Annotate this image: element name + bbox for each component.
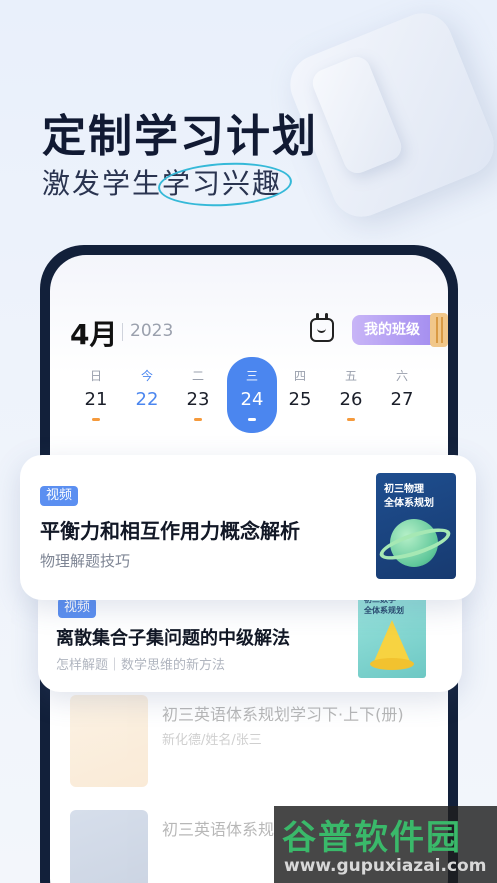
- physics-book-cover: 初三物理 全体系规划: [376, 473, 456, 579]
- date-number: 22: [135, 389, 159, 410]
- day-25[interactable]: 四 25: [278, 367, 322, 410]
- course-cover: [70, 695, 148, 787]
- weekday-label: 二: [191, 369, 204, 383]
- site-watermark: 谷普软件园 www.gupuxiazai.com: [274, 806, 497, 883]
- weekday-label: 日: [89, 369, 102, 383]
- date-number: 25: [288, 389, 312, 410]
- watermark-title: 谷普软件园: [282, 818, 462, 858]
- cone-base: [370, 658, 414, 670]
- day-21[interactable]: 日 21: [74, 367, 118, 421]
- weekday-label: 六: [395, 369, 408, 383]
- event-dot: [92, 418, 100, 421]
- divider: [122, 323, 123, 341]
- day-27[interactable]: 六 27: [380, 367, 424, 410]
- date-number: 27: [390, 389, 414, 410]
- weekday-label: 三: [245, 369, 258, 383]
- event-dot: [347, 418, 355, 421]
- course-card-physics[interactable]: 视频 平衡力和相互作用力概念解析 物理解题技巧 初三物理 全体系规划: [20, 455, 476, 600]
- event-dot: [194, 418, 202, 421]
- calendar-year: 2023: [130, 321, 174, 341]
- list-item[interactable]: 初三英语体系规划学习下·上下(册) 新化德/姓名/张三: [70, 695, 410, 795]
- date-number: 26: [339, 389, 363, 410]
- my-class-tab-decoration: [430, 313, 448, 347]
- calendar-month: 4月: [70, 318, 118, 351]
- subheadline-highlight: 学习兴趣: [162, 167, 283, 200]
- calendar-icon[interactable]: [310, 313, 334, 342]
- weekday-label: 四: [293, 369, 306, 383]
- weekday-label: 五: [344, 369, 357, 383]
- date-number: 21: [84, 389, 108, 410]
- date-number: 23: [186, 389, 210, 410]
- event-dot: [248, 418, 256, 421]
- course-subtitle: 新化德/姓名/张三: [162, 733, 262, 748]
- course-subtitle: 怎样解题｜数学思维的新方法: [56, 658, 226, 673]
- my-class-button[interactable]: 我的班级: [352, 315, 432, 345]
- promo-subheadline: 激发学生学习兴趣: [42, 162, 282, 202]
- day-23[interactable]: 二 23: [176, 367, 220, 421]
- course-subtitle: 物理解题技巧: [40, 552, 131, 570]
- course-title: 初三英语体系规划学习下·上下(册): [162, 705, 404, 724]
- course-title: 离散集合子集问题的中级解法: [56, 628, 290, 649]
- cover-text: 初三物理 全体系规划: [384, 484, 434, 509]
- course-title: 平衡力和相互作用力概念解析: [40, 519, 300, 543]
- weekday-label: 今: [140, 369, 153, 383]
- day-22-today[interactable]: 今 22: [125, 367, 169, 410]
- day-24-selected[interactable]: 三 24: [227, 357, 277, 433]
- course-cover: [70, 810, 148, 883]
- subheadline-prefix: 激发学生: [42, 167, 163, 200]
- video-tag: 视频: [40, 486, 79, 506]
- week-strip: 日 21 今 22 二 23 三 24 四 25 五 26 六 27: [70, 357, 430, 457]
- date-number: 24: [240, 389, 264, 410]
- watermark-url: www.gupuxiazai.com: [284, 856, 487, 876]
- day-26[interactable]: 五 26: [329, 367, 373, 421]
- promo-headline: 定制学习计划: [42, 111, 318, 162]
- video-tag: 视频: [58, 598, 97, 618]
- course-title: 初三英语体系规: [162, 820, 275, 839]
